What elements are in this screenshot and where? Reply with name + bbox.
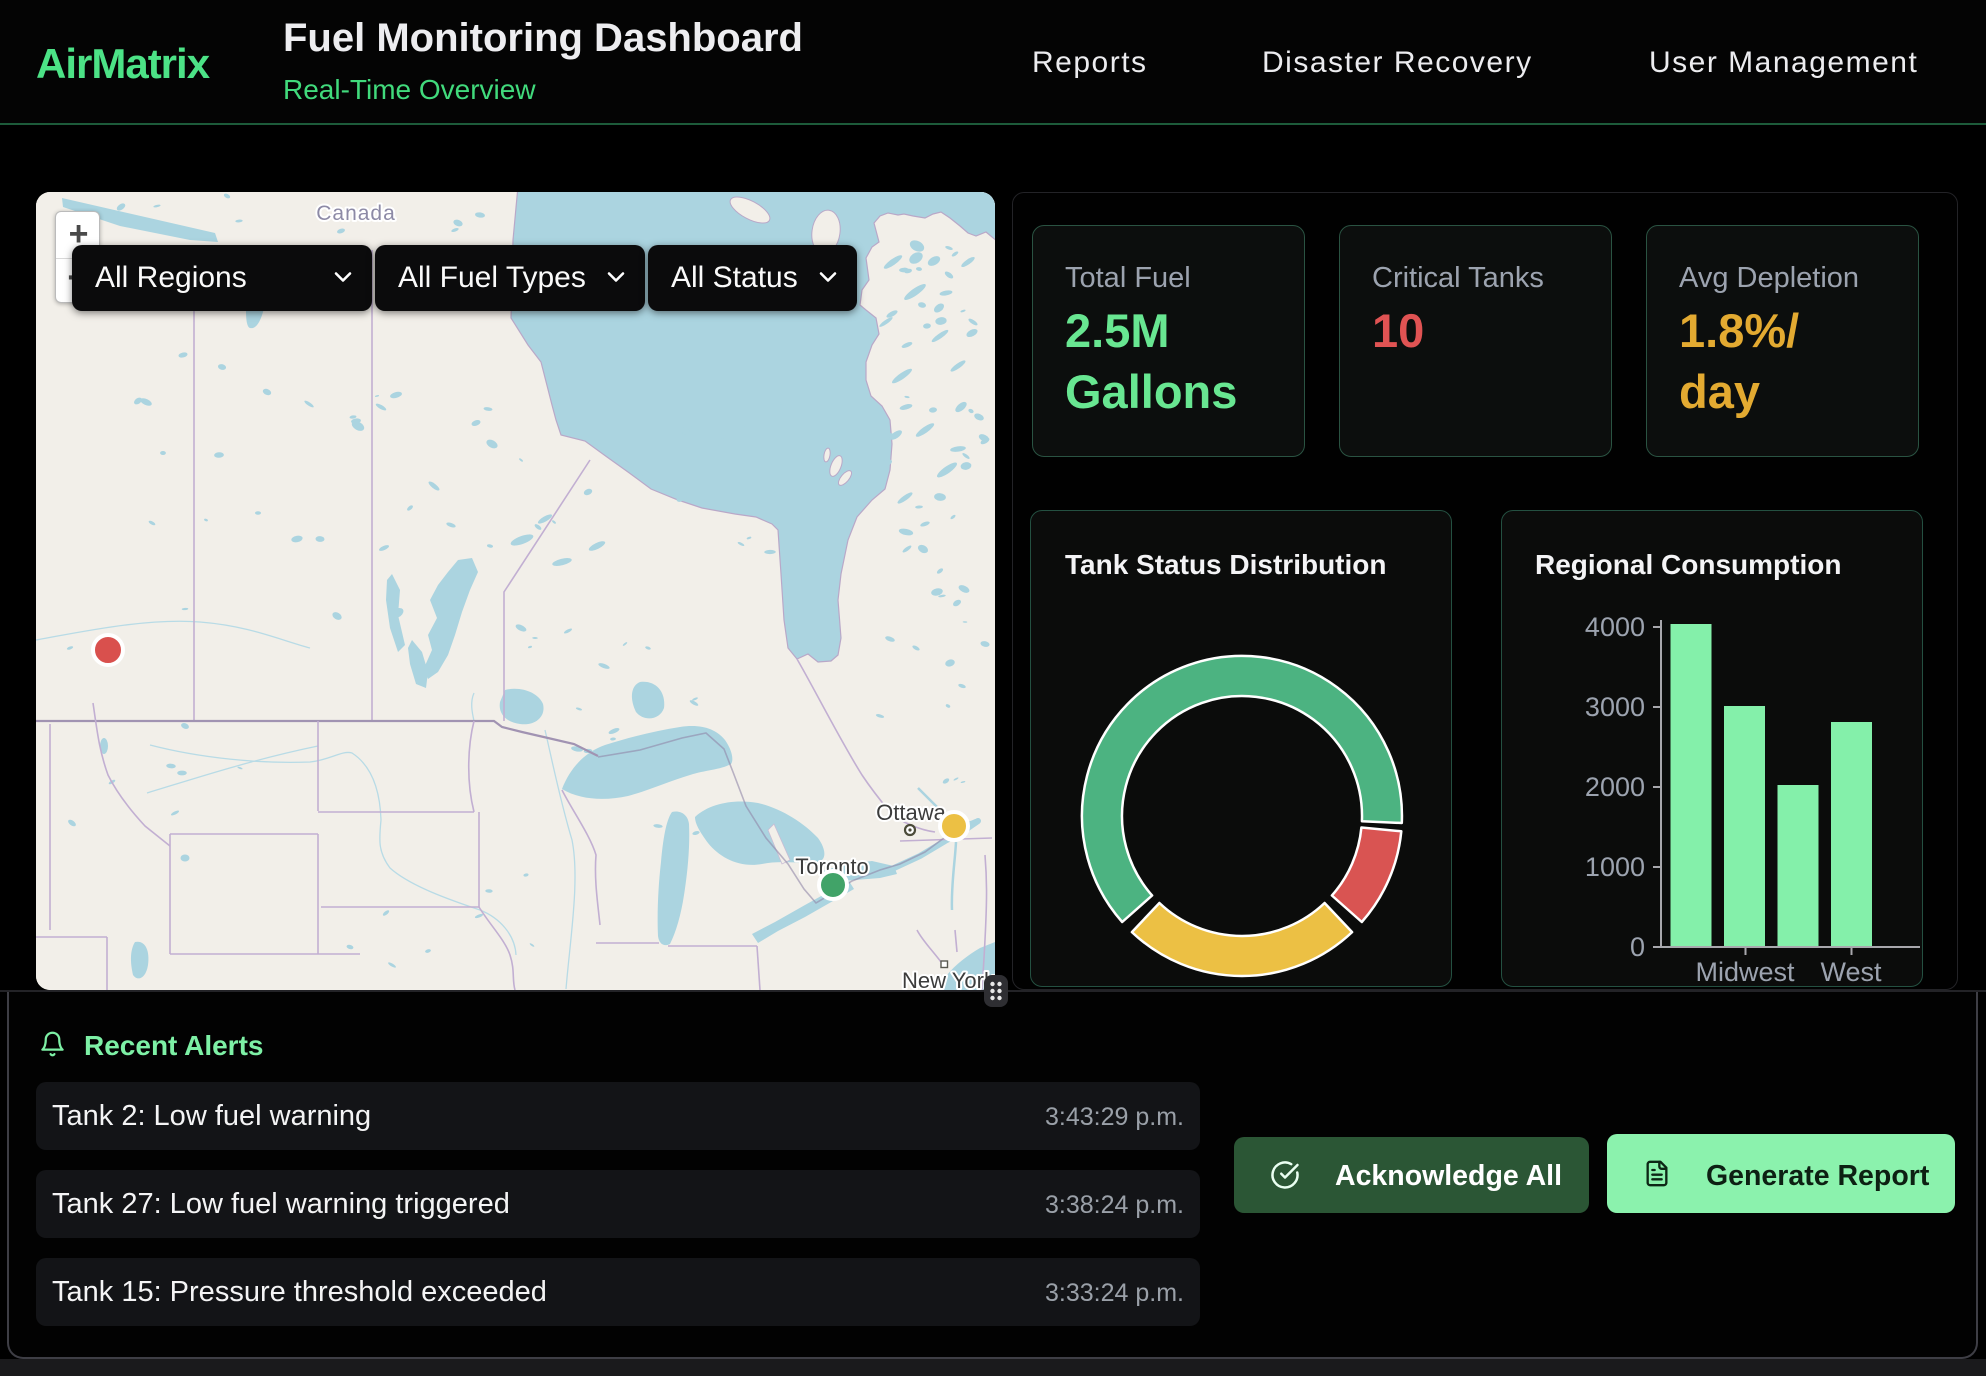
- svg-text:Midwest: Midwest: [1695, 957, 1795, 987]
- svg-text:New York: New York: [902, 968, 995, 990]
- svg-text:3000: 3000: [1585, 692, 1645, 722]
- svg-text:2000: 2000: [1585, 772, 1645, 802]
- svg-text:Canada: Canada: [316, 202, 396, 225]
- svg-text:Ottawa: Ottawa: [876, 800, 946, 825]
- svg-text:4000: 4000: [1585, 612, 1645, 642]
- svg-text:0: 0: [1630, 932, 1645, 962]
- svg-text:1000: 1000: [1585, 852, 1645, 882]
- svg-text:West: West: [1820, 957, 1882, 987]
